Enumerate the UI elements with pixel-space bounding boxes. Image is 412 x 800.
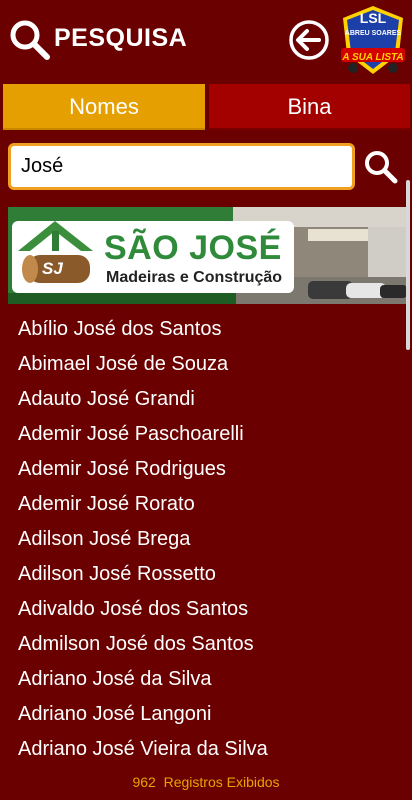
search-input[interactable] bbox=[8, 143, 355, 190]
records-footer: 962 Registros Exibidos bbox=[0, 774, 412, 790]
list-item[interactable]: Adriano José Vieira da Silva bbox=[0, 732, 412, 767]
banner-emblem-text: SJ bbox=[42, 259, 63, 278]
list-item[interactable]: Ademir José Paschoarelli bbox=[0, 417, 412, 452]
list-item[interactable]: Ademir José Rorato bbox=[0, 487, 412, 522]
list-item[interactable]: Adivaldo José dos Santos bbox=[0, 592, 412, 627]
list-item[interactable]: Adriano José da Silva bbox=[0, 662, 412, 697]
banner-title: SÃO JOSÉ bbox=[104, 229, 282, 267]
list-item[interactable]: Abimael José de Souza bbox=[0, 347, 412, 382]
list-item[interactable]: Admilson José dos Santos bbox=[0, 627, 412, 662]
ad-banner[interactable]: SJ SÃO JOSÉ Madeiras e Construção bbox=[8, 207, 407, 304]
back-arrow-icon[interactable] bbox=[288, 19, 330, 61]
list-item[interactable]: Ademir José Rodrigues bbox=[0, 452, 412, 487]
search-icon[interactable] bbox=[8, 18, 52, 62]
tab-bar: Nomes Bina bbox=[0, 84, 412, 130]
records-label: Registros Exibidos bbox=[163, 774, 280, 790]
banner-subtitle: Madeiras e Construção bbox=[106, 269, 283, 286]
logo-text-lsl: LSL bbox=[359, 10, 387, 26]
list-item[interactable]: Adilson José Rossetto bbox=[0, 557, 412, 592]
list-item[interactable]: Adauto José Grandi bbox=[0, 382, 412, 417]
logo-text-tagline: A SUA LISTA bbox=[342, 52, 404, 63]
list-item[interactable]: Abílio José dos Santos bbox=[0, 312, 412, 347]
results-list: Abílio José dos Santos Abimael José de S… bbox=[0, 312, 412, 767]
tab-bina[interactable]: Bina bbox=[209, 84, 410, 130]
search-button-icon[interactable] bbox=[363, 149, 399, 185]
tab-nomes[interactable]: Nomes bbox=[3, 84, 205, 130]
app-header: PESQUISA LSL ABREU SOARES A SUA LISTA bbox=[0, 0, 412, 80]
list-item[interactable]: Adilson José Brega bbox=[0, 522, 412, 557]
logo-text-name: ABREU SOARES bbox=[344, 30, 402, 37]
page-title: PESQUISA bbox=[54, 24, 188, 52]
records-count: 962 bbox=[132, 774, 156, 790]
app-logo: LSL ABREU SOARES A SUA LISTA bbox=[337, 4, 409, 76]
list-item[interactable]: Adriano José Langoni bbox=[0, 697, 412, 732]
